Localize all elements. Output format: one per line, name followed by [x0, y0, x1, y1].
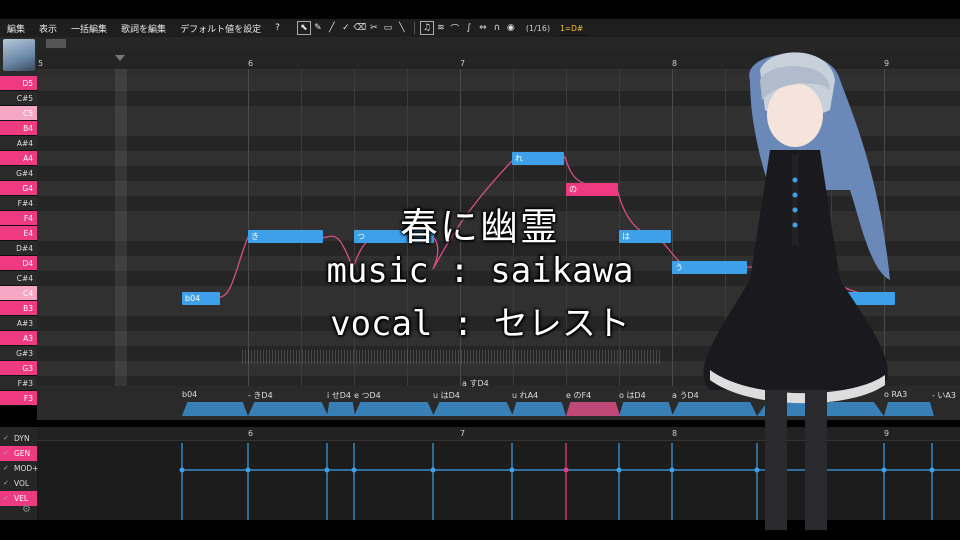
piano-key[interactable]: D4: [0, 256, 37, 271]
piano-key[interactable]: G#3: [0, 346, 37, 361]
piano-key[interactable]: A#4: [0, 136, 37, 151]
phoneme-envelope[interactable]: [433, 402, 513, 416]
tab-mod[interactable]: ✓ MOD+: [0, 461, 38, 476]
singer-panel: [0, 37, 37, 76]
toolbar-divider: [413, 22, 415, 34]
letterbox-top: [0, 0, 960, 19]
character-illustration: [703, 52, 890, 530]
menubar: 編集 表示 一括編集 歌詞を編集 デフォルト値を設定 ? ⬉ ✎ ╱ ✓ ⌫ ✂…: [0, 19, 960, 37]
piano-key[interactable]: C#4: [0, 271, 37, 286]
note-block[interactable]: の: [566, 183, 618, 196]
measure-number: 7: [460, 429, 466, 438]
note-block[interactable]: き: [248, 230, 323, 243]
measure-number: 6: [248, 59, 254, 68]
measure-number: 8: [672, 59, 678, 68]
note-block[interactable]: れ: [512, 152, 564, 165]
piano-key[interactable]: E4: [0, 226, 37, 241]
arrows-icon[interactable]: ⇔: [477, 22, 489, 34]
phoneme-label[interactable]: o はD4: [619, 390, 646, 401]
note-block[interactable]: は: [619, 230, 671, 243]
avatar[interactable]: [3, 39, 35, 71]
piano-key[interactable]: C5: [0, 106, 37, 121]
phoneme-label[interactable]: - いA3: [932, 390, 956, 401]
cursor-icon[interactable]: ⬉: [296, 21, 311, 35]
check-icon: ✓: [3, 449, 9, 457]
measure-number: 7: [460, 59, 466, 68]
piano-key[interactable]: A#3: [0, 316, 37, 331]
menu-set-defaults[interactable]: デフォルト値を設定: [173, 22, 268, 35]
piano-key[interactable]: B3: [0, 301, 37, 316]
phoneme-label[interactable]: e つD4: [354, 390, 381, 401]
check-icon: ✓: [3, 464, 9, 472]
measure-number: 8: [672, 429, 678, 438]
check-icon: ✓: [3, 479, 9, 487]
phoneme-envelope[interactable]: [512, 402, 566, 416]
phoneme-envelope[interactable]: [354, 402, 434, 416]
pencil-icon[interactable]: ✎: [312, 22, 324, 34]
piano-key[interactable]: C#5: [0, 91, 37, 106]
vibrato-icon[interactable]: ≋: [435, 22, 447, 34]
piano-key[interactable]: F#3: [0, 376, 37, 391]
note-block[interactable]: つ: [354, 230, 434, 243]
line-icon[interactable]: ╱: [326, 22, 338, 34]
piano-keys: D5 C#5 C5 B4 A#4 A4 G#4 G4 F#4 F4 E4 D#4…: [0, 76, 37, 406]
phoneme-label[interactable]: - きD4: [248, 390, 273, 401]
eraser-icon[interactable]: ⌫: [354, 22, 367, 34]
tab-dyn[interactable]: ✓ DYN: [0, 431, 37, 446]
edit-toolbar: ⬉ ✎ ╱ ✓ ⌫ ✂ ▭ ╲ ♫ ≋ ⌒ ∫ ⇔ ∩ ◉ (1/16) 1=D…: [296, 21, 588, 36]
record-icon[interactable]: ◉: [505, 22, 517, 34]
phoneme-label[interactable]: u れA4: [512, 390, 538, 401]
key-status[interactable]: 1=D#: [560, 21, 588, 36]
knife-icon[interactable]: ✂: [368, 22, 380, 34]
menu-batch-edit[interactable]: 一括編集: [64, 22, 114, 35]
piano-key[interactable]: D#4: [0, 241, 37, 256]
piano-key[interactable]: G#4: [0, 166, 37, 181]
vibrato-pen-icon[interactable]: ✓: [340, 22, 352, 34]
measure-number: 5: [38, 59, 44, 68]
note-icon[interactable]: ♫: [419, 21, 434, 35]
measure-number: 6: [248, 429, 254, 438]
piano-key[interactable]: G4: [0, 181, 37, 196]
phoneme-envelope[interactable]: [327, 402, 355, 416]
ruler-icon[interactable]: ▭: [382, 22, 394, 34]
check-icon: ✓: [3, 494, 9, 502]
phoneme-envelope[interactable]: [182, 402, 248, 416]
quantize-status[interactable]: (1/16): [526, 24, 550, 33]
bend-icon[interactable]: ⌒: [449, 22, 461, 35]
phoneme-envelope[interactable]: [619, 402, 673, 416]
piano-key[interactable]: F4: [0, 211, 37, 226]
tab-vel[interactable]: ✓ VEL: [0, 491, 37, 506]
menu-help[interactable]: ?: [268, 23, 287, 33]
parameter-tabs: ✓ DYN ✓ GEN ✓ MOD+ ✓ VOL ✓ VEL: [0, 427, 38, 520]
piano-key[interactable]: B4: [0, 121, 37, 136]
menu-view[interactable]: 表示: [32, 22, 64, 35]
phoneme-label[interactable]: e のF4: [566, 390, 591, 401]
dropper-icon[interactable]: ╲: [396, 22, 408, 34]
playhead-marker[interactable]: [115, 55, 125, 61]
arch-icon[interactable]: ∩: [491, 22, 503, 34]
slide-icon[interactable]: ∫: [463, 22, 475, 34]
menu-edit-lyrics[interactable]: 歌詞を編集: [114, 22, 173, 35]
check-icon: ✓: [3, 434, 9, 442]
piano-key[interactable]: A4: [0, 151, 37, 166]
zoom-slider[interactable]: [46, 39, 66, 48]
tab-gen[interactable]: ✓ GEN: [0, 446, 37, 461]
phoneme-envelope[interactable]: [248, 402, 328, 416]
phoneme-label: a すD4: [462, 379, 489, 388]
phoneme-label[interactable]: b04: [182, 390, 197, 399]
gear-icon[interactable]: ⚙: [22, 504, 31, 515]
tab-vol[interactable]: ✓ VOL: [0, 476, 37, 491]
piano-key[interactable]: C4: [0, 286, 37, 301]
piano-key[interactable]: F#4: [0, 196, 37, 211]
piano-key[interactable]: F3: [0, 391, 37, 406]
note-block[interactable]: b04: [182, 292, 220, 305]
phoneme-label[interactable]: u はD4: [433, 390, 460, 401]
piano-key[interactable]: A3: [0, 331, 37, 346]
piano-key[interactable]: G3: [0, 361, 37, 376]
piano-key[interactable]: D5: [0, 76, 37, 91]
menu-edit[interactable]: 編集: [0, 22, 32, 35]
phoneme-label[interactable]: i せD4: [327, 390, 351, 401]
phoneme-envelope[interactable]: [566, 402, 620, 416]
